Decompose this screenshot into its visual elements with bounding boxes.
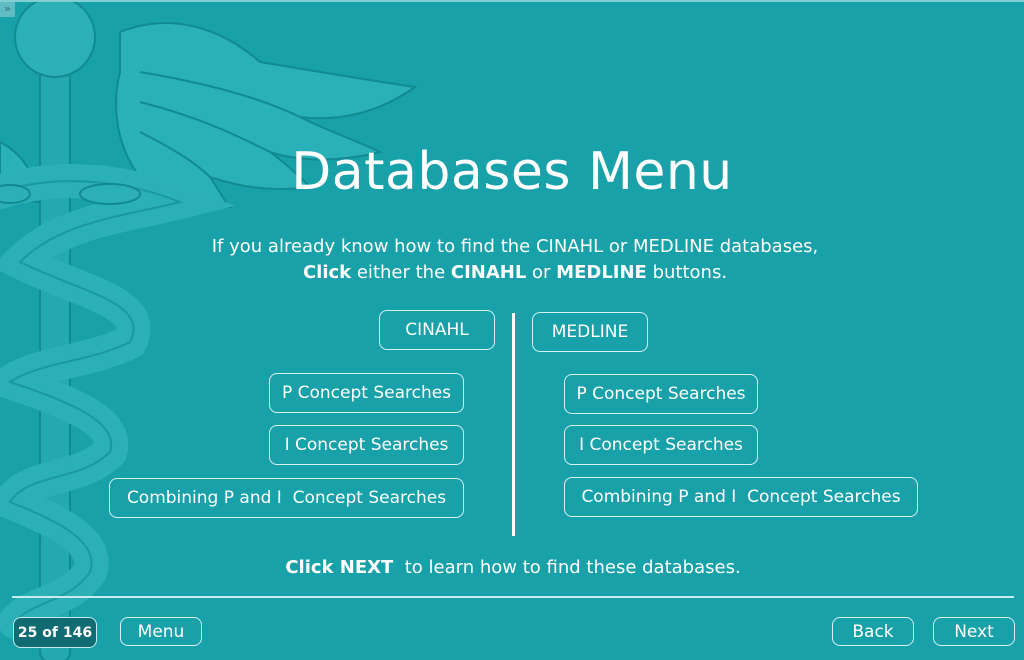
next-instruction-rest: to learn how to find these databases.	[393, 557, 741, 578]
back-button[interactable]: Back	[832, 617, 914, 646]
instructions-line-2: Click either the CINAHL or MEDLINE butto…	[0, 260, 1024, 286]
cinahl-combining-p-and-i-button[interactable]: Combining P and I Concept Searches	[109, 478, 464, 518]
instructions-line-1: If you already know how to find the CINA…	[211, 236, 819, 257]
click-next-text: Click NEXT	[285, 557, 394, 578]
page-title: Databases Menu	[291, 142, 733, 202]
text-either: either the	[351, 262, 451, 283]
menu-button[interactable]: Menu	[120, 617, 202, 646]
medline-i-concept-searches-button[interactable]: I Concept Searches	[564, 425, 758, 465]
medline-button[interactable]: MEDLINE	[532, 312, 648, 352]
click-word: Click	[302, 262, 352, 283]
slide: » Databases Menu If you already know how…	[0, 0, 1024, 660]
next-instruction: Click NEXT to learn how to find these da…	[0, 557, 1024, 578]
cinahl-button[interactable]: CINAHL	[379, 310, 495, 350]
column-divider	[512, 313, 515, 536]
medline-combining-p-and-i-button[interactable]: Combining P and I Concept Searches	[564, 477, 918, 517]
instructions: If you already know how to find the CINA…	[0, 234, 1024, 286]
text-or: or	[526, 262, 557, 283]
footer-divider	[12, 596, 1014, 598]
text-buttons: buttons.	[646, 262, 728, 283]
next-button[interactable]: Next	[933, 617, 1015, 646]
medline-p-concept-searches-button[interactable]: P Concept Searches	[564, 374, 758, 414]
cinahl-i-concept-searches-button[interactable]: I Concept Searches	[269, 425, 464, 465]
medline-word: MEDLINE	[556, 262, 647, 283]
cinahl-p-concept-searches-button[interactable]: P Concept Searches	[269, 373, 464, 413]
page-counter: 25 of 146	[13, 617, 97, 648]
double-chevron-right-icon: »	[4, 2, 11, 15]
cinahl-word: CINAHL	[450, 262, 527, 283]
expand-sidebar-button[interactable]: »	[0, 2, 15, 17]
